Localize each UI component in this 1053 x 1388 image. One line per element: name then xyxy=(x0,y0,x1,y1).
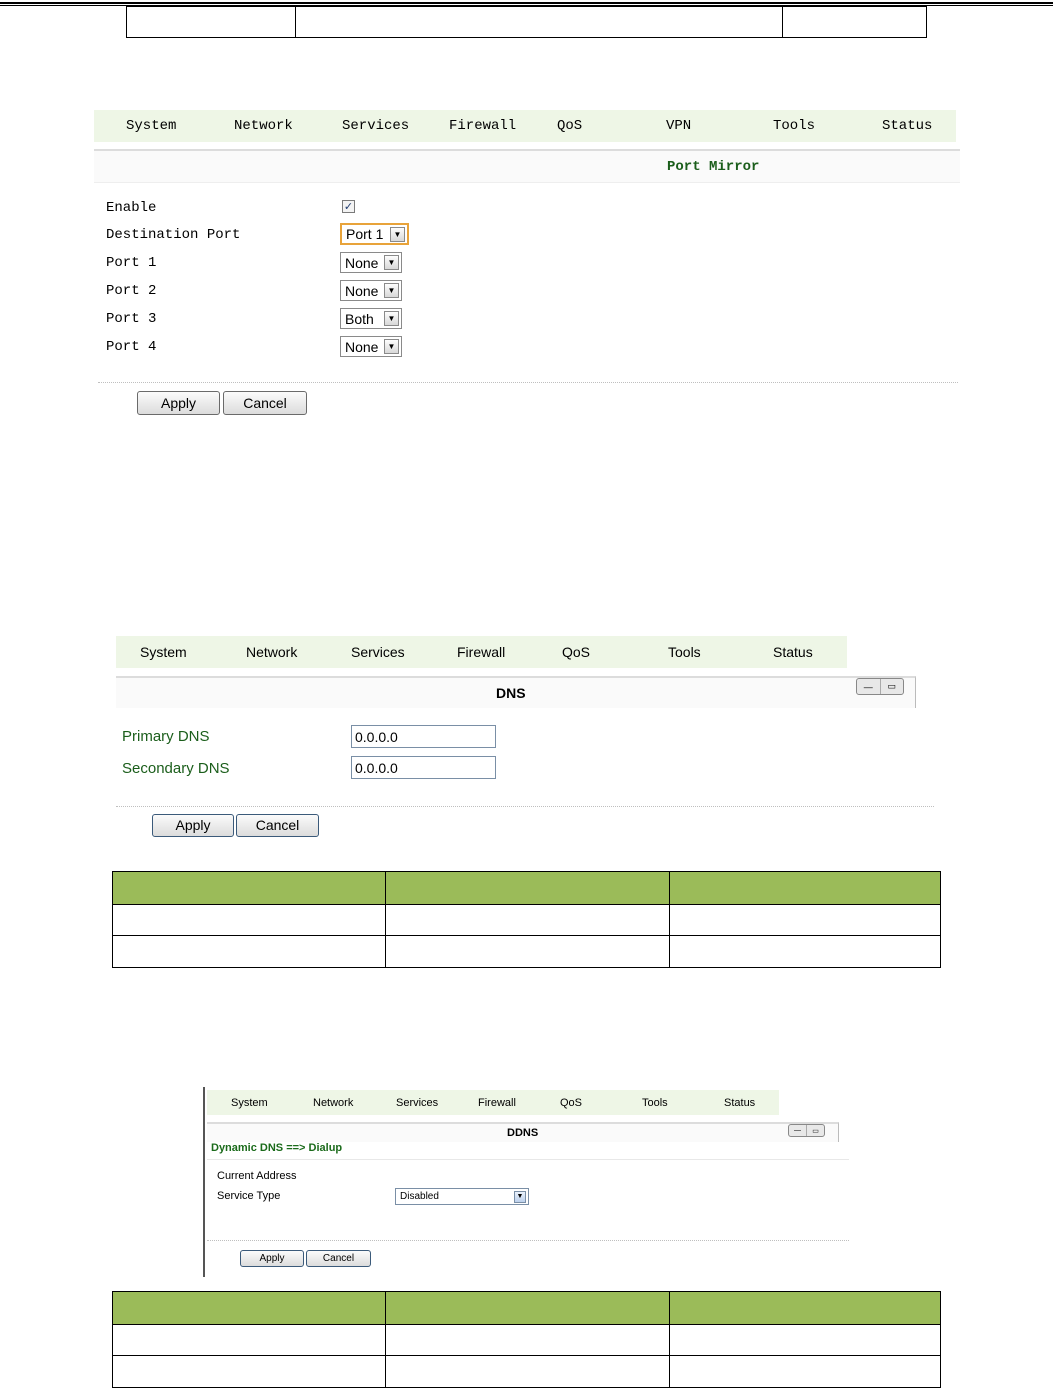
nav-services[interactable]: Services xyxy=(342,118,409,134)
port-3-select[interactable]: Both ▼ xyxy=(340,308,402,329)
table-cell xyxy=(669,904,941,936)
nav-network[interactable]: Network xyxy=(246,644,297,660)
secondary-dns-input[interactable]: 0.0.0.0 xyxy=(351,756,496,779)
nav-system[interactable]: System xyxy=(231,1097,268,1109)
top-table-cell xyxy=(126,6,296,38)
nav-vpn[interactable]: VPN xyxy=(666,118,691,134)
ddns-panel: System Network Services Firewall QoS Too… xyxy=(203,1087,849,1277)
minimize-icon[interactable]: — xyxy=(857,679,880,694)
nav-firewall[interactable]: Firewall xyxy=(478,1097,516,1109)
table-header-cell xyxy=(669,1291,941,1325)
nav-system[interactable]: System xyxy=(126,118,176,134)
nav-tools[interactable]: Tools xyxy=(642,1097,668,1109)
table-cell xyxy=(112,904,386,936)
port-2-select[interactable]: None ▼ xyxy=(340,280,402,301)
primary-dns-label: Primary DNS xyxy=(122,728,210,745)
table-cell xyxy=(385,1324,670,1356)
nav-services[interactable]: Services xyxy=(351,644,405,660)
cancel-button[interactable]: Cancel xyxy=(306,1250,371,1267)
apply-button[interactable]: Apply xyxy=(152,814,234,837)
service-type-label: Service Type xyxy=(217,1190,281,1202)
port-1-select[interactable]: None ▼ xyxy=(340,252,402,273)
chevron-down-icon: ▼ xyxy=(384,255,399,270)
minimize-icon[interactable]: — xyxy=(789,1125,806,1136)
current-address-label: Current Address xyxy=(217,1170,297,1182)
table-cell xyxy=(112,1324,386,1356)
chevron-down-icon: ▼ xyxy=(514,1190,526,1203)
cancel-button[interactable]: Cancel xyxy=(236,814,319,837)
nav-firewall[interactable]: Firewall xyxy=(449,118,516,134)
breadcrumb: Dynamic DNS ==> Dialup xyxy=(211,1142,343,1154)
port-mirror-nav: System Network Services Firewall QoS VPN… xyxy=(94,110,956,142)
port-4-label: Port 4 xyxy=(106,339,157,355)
chevron-down-icon: ▼ xyxy=(384,311,399,326)
table-header-cell xyxy=(385,1291,670,1325)
table-cell xyxy=(112,1355,386,1388)
nav-system[interactable]: System xyxy=(140,644,187,660)
port-mirror-titlebar: Port Mirror xyxy=(94,149,960,183)
table-header-cell xyxy=(669,871,941,905)
nav-services[interactable]: Services xyxy=(396,1097,438,1109)
table-cell xyxy=(112,935,386,968)
dns-titlebar: DNS — ▭ xyxy=(116,676,916,708)
page-title: DNS xyxy=(496,685,526,701)
nav-network[interactable]: Network xyxy=(234,118,293,134)
window-controls: — ▭ xyxy=(788,1124,825,1137)
chevron-down-icon: ▼ xyxy=(390,226,405,242)
ddns-titlebar: DDNS — ▭ xyxy=(207,1122,839,1142)
table-header-cell xyxy=(385,871,670,905)
nav-network[interactable]: Network xyxy=(313,1097,353,1109)
table-cell xyxy=(669,935,941,968)
port-4-select[interactable]: None ▼ xyxy=(340,336,402,357)
chevron-down-icon: ▼ xyxy=(384,339,399,354)
page-header-rule xyxy=(0,2,1053,4)
nav-status[interactable]: Status xyxy=(882,118,932,134)
window-controls: — ▭ xyxy=(856,678,904,695)
destination-port-select[interactable]: Port 1 ▼ xyxy=(340,223,409,245)
page-title: Port Mirror xyxy=(667,159,760,175)
nav-qos[interactable]: QoS xyxy=(557,118,582,134)
secondary-dns-label: Secondary DNS xyxy=(122,760,230,777)
nav-firewall[interactable]: Firewall xyxy=(457,644,505,660)
port-3-label: Port 3 xyxy=(106,311,157,327)
port-2-label: Port 2 xyxy=(106,283,157,299)
dns-panel: System Network Services Firewall QoS Too… xyxy=(116,636,936,856)
port-mirror-panel: System Network Services Firewall QoS VPN… xyxy=(94,110,960,424)
cancel-button[interactable]: Cancel xyxy=(223,391,307,415)
page-title: DDNS xyxy=(507,1127,539,1139)
table-cell xyxy=(669,1324,941,1356)
table-cell xyxy=(385,904,670,936)
enable-label: Enable xyxy=(106,200,157,216)
top-table-cell xyxy=(782,6,927,38)
divider xyxy=(207,1159,849,1160)
table-cell xyxy=(669,1355,941,1388)
dns-nav: System Network Services Firewall QoS Too… xyxy=(116,636,847,668)
top-table-cell xyxy=(295,6,783,38)
apply-button[interactable]: Apply xyxy=(137,391,220,415)
nav-tools[interactable]: Tools xyxy=(668,644,701,660)
nav-status[interactable]: Status xyxy=(773,644,813,660)
nav-tools[interactable]: Tools xyxy=(773,118,815,134)
table-header-cell xyxy=(112,1291,386,1325)
maximize-icon[interactable]: ▭ xyxy=(879,679,904,694)
service-type-select[interactable]: Disabled ▼ xyxy=(395,1188,529,1205)
maximize-icon[interactable]: ▭ xyxy=(806,1125,824,1136)
divider xyxy=(98,382,958,383)
ddns-nav: System Network Services Firewall QoS Too… xyxy=(207,1090,779,1115)
table-header-cell xyxy=(112,871,386,905)
divider xyxy=(207,1240,849,1241)
apply-button[interactable]: Apply xyxy=(240,1250,304,1267)
chevron-down-icon: ▼ xyxy=(384,283,399,298)
destination-port-label: Destination Port xyxy=(106,227,241,243)
enable-checkbox[interactable]: ✓ xyxy=(342,200,355,213)
nav-qos[interactable]: QoS xyxy=(562,644,590,660)
nav-qos[interactable]: QoS xyxy=(560,1097,582,1109)
nav-status[interactable]: Status xyxy=(724,1097,755,1109)
primary-dns-input[interactable]: 0.0.0.0 xyxy=(351,725,496,748)
table-cell xyxy=(385,935,670,968)
divider xyxy=(116,806,934,807)
port-1-label: Port 1 xyxy=(106,255,157,271)
table-cell xyxy=(385,1355,670,1388)
